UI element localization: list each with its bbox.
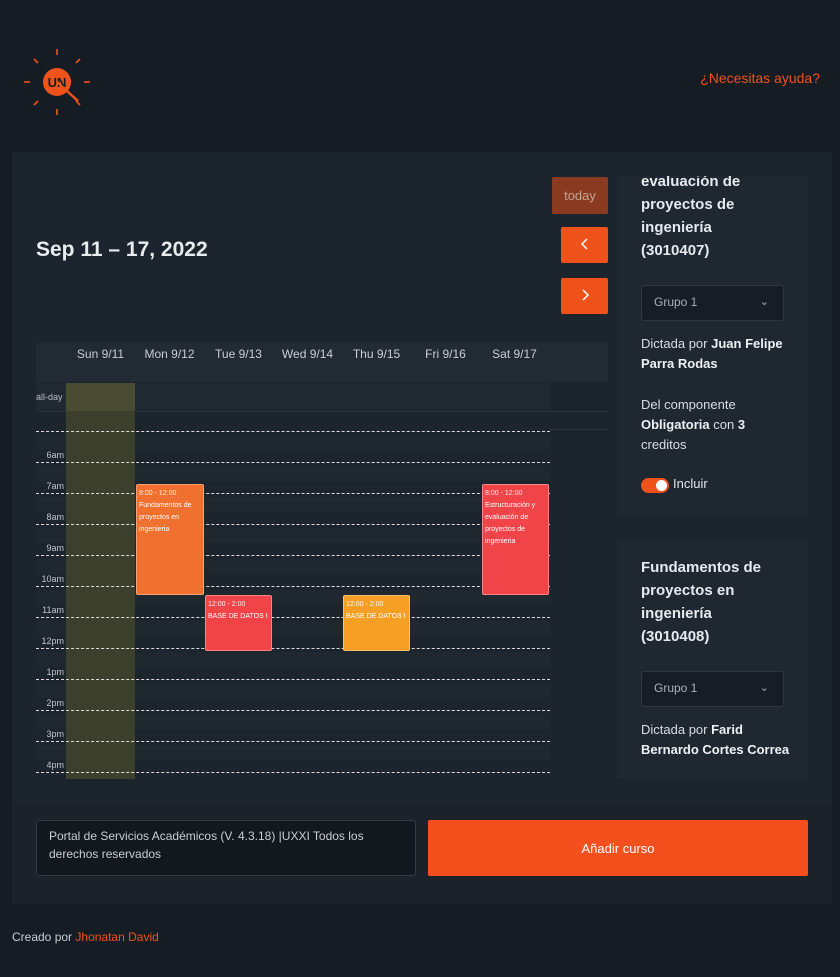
chevron-down-icon: ⌄ bbox=[759, 296, 769, 308]
include-toggle[interactable] bbox=[641, 478, 669, 493]
event-title: Estructuración y evaluación de proyectos… bbox=[485, 502, 536, 545]
time-label: 6am bbox=[46, 450, 64, 460]
hour-line bbox=[36, 617, 550, 618]
include-label: Incluir bbox=[673, 476, 708, 491]
today-button[interactable]: today bbox=[552, 177, 608, 214]
day-header-sat: Sat 9/17 bbox=[492, 347, 537, 361]
chevron-right-icon bbox=[581, 289, 589, 301]
time-label: 10am bbox=[41, 574, 64, 584]
hour-line bbox=[36, 710, 550, 711]
calendar-title: Sep 11 – 17, 2022 bbox=[36, 238, 208, 261]
teacher-prefix: Dictada por bbox=[641, 722, 708, 737]
event-title: BASE DE DATOS I bbox=[208, 613, 268, 620]
hour-line bbox=[36, 462, 550, 463]
credits-prefix: con bbox=[713, 417, 735, 432]
event-title: BASE DE DATOS I bbox=[346, 613, 406, 620]
hour-line bbox=[36, 555, 550, 556]
chevron-left-icon bbox=[580, 238, 588, 250]
group-select-value: Grupo 1 bbox=[654, 295, 698, 309]
chevron-down-icon: ⌄ bbox=[759, 682, 769, 694]
hour-line bbox=[36, 741, 550, 742]
university-logo[interactable]: UN bbox=[22, 47, 92, 117]
time-label: 8am bbox=[46, 512, 64, 522]
course-title: Fundamentos de proyectos en ingeniería (… bbox=[641, 556, 791, 648]
time-label: 12pm bbox=[41, 636, 64, 646]
day-header-thu: Thu 9/15 bbox=[352, 347, 401, 361]
event-title: Fundamentos de proyectos en ingenieria bbox=[139, 502, 192, 533]
course-card: evaluación de proyectos de ingeniería (3… bbox=[617, 176, 808, 515]
day-header-sun: Sun 9/11 bbox=[76, 347, 125, 361]
event-time: 12:00 - 2:00 bbox=[208, 601, 246, 608]
teacher-info: Dictada por Juan Felipe Parra Rodas bbox=[641, 334, 791, 374]
hour-line bbox=[36, 772, 550, 773]
event-time: 12:00 - 2:00 bbox=[346, 601, 384, 608]
time-label: 3pm bbox=[46, 729, 64, 739]
component-info: Del componente Obligatoria con 3 credito… bbox=[641, 395, 791, 455]
teacher-info: Dictada por Farid Bernardo Cortes Correa bbox=[641, 720, 791, 760]
day-header-fri: Fri 9/16 bbox=[425, 347, 466, 361]
time-label: 4pm bbox=[46, 760, 64, 770]
group-select-value: Grupo 1 bbox=[654, 681, 698, 695]
page-header: UN ¿Necesitas ayuda? bbox=[0, 0, 840, 152]
today-allday-highlight bbox=[66, 383, 135, 411]
event-time: 8:00 - 12:00 bbox=[485, 490, 523, 497]
credit-line: Creado por Jhonatan David bbox=[12, 930, 159, 944]
help-link[interactable]: ¿Necesitas ayuda? bbox=[700, 70, 820, 86]
today-column-highlight bbox=[66, 383, 135, 779]
event-time: 8:00 - 12:00 bbox=[139, 490, 177, 497]
component-prefix: Del componente bbox=[641, 397, 736, 412]
course-list[interactable]: evaluación de proyectos de ingeniería (3… bbox=[617, 176, 808, 778]
credits-suffix: creditos bbox=[641, 437, 687, 452]
credits-value: 3 bbox=[737, 417, 746, 432]
group-select[interactable]: Grupo 1 ⌄ bbox=[641, 671, 784, 707]
course-code: (3010407) bbox=[641, 242, 710, 259]
course-name: Fundamentos de proyectos en ingeniería bbox=[641, 559, 762, 622]
week-calendar: Sun 9/11 Mon 9/12 Tue 9/13 Wed 9/14 Thu … bbox=[36, 343, 608, 779]
course-code: (3010408) bbox=[641, 628, 710, 645]
time-label: 11am bbox=[42, 605, 64, 615]
next-week-button[interactable] bbox=[561, 278, 608, 314]
portal-info: Portal de Servicios Académicos (V. 4.3.1… bbox=[36, 820, 416, 876]
time-label: 7am bbox=[46, 481, 64, 491]
hour-line bbox=[36, 648, 550, 649]
calendar-event[interactable]: 12:00 - 2:00 BASE DE DATOS I bbox=[205, 595, 272, 651]
course-name: evaluación de proyectos de ingeniería bbox=[641, 176, 741, 236]
calendar-event[interactable]: 12:00 - 2:00 BASE DE DATOS I bbox=[343, 595, 410, 651]
day-header-wed: Wed 9/14 bbox=[281, 347, 334, 361]
allday-label: all-day bbox=[36, 392, 63, 402]
divider bbox=[550, 429, 608, 430]
hour-line bbox=[36, 493, 550, 494]
add-course-button[interactable]: Añadir curso bbox=[428, 820, 808, 876]
component-name: Obligatoria bbox=[641, 417, 710, 432]
group-select[interactable]: Grupo 1 ⌄ bbox=[641, 285, 784, 321]
prev-week-button[interactable] bbox=[561, 227, 608, 263]
time-label: 9am bbox=[46, 543, 64, 553]
time-label: 1pm bbox=[46, 667, 64, 677]
day-header-mon: Mon 9/12 bbox=[144, 347, 195, 361]
day-header-tue: Tue 9/13 bbox=[215, 347, 262, 361]
hour-line bbox=[36, 524, 550, 525]
time-label: 2pm bbox=[46, 698, 64, 708]
course-card: Fundamentos de proyectos en ingeniería (… bbox=[617, 541, 808, 778]
hour-line bbox=[36, 679, 550, 680]
hour-line bbox=[36, 431, 550, 432]
calendar-event[interactable]: 8:00 - 12:00 Fundamentos de proyectos en… bbox=[136, 484, 204, 595]
hour-line bbox=[36, 586, 550, 587]
author-link[interactable]: Jhonatan David bbox=[75, 930, 158, 944]
calendar-event[interactable]: 8:00 - 12:00 Estructuración y evaluación… bbox=[482, 484, 549, 595]
course-title: evaluación de proyectos de ingeniería (3… bbox=[641, 176, 791, 262]
credit-prefix: Creado por bbox=[12, 930, 73, 944]
teacher-prefix: Dictada por bbox=[641, 336, 708, 351]
